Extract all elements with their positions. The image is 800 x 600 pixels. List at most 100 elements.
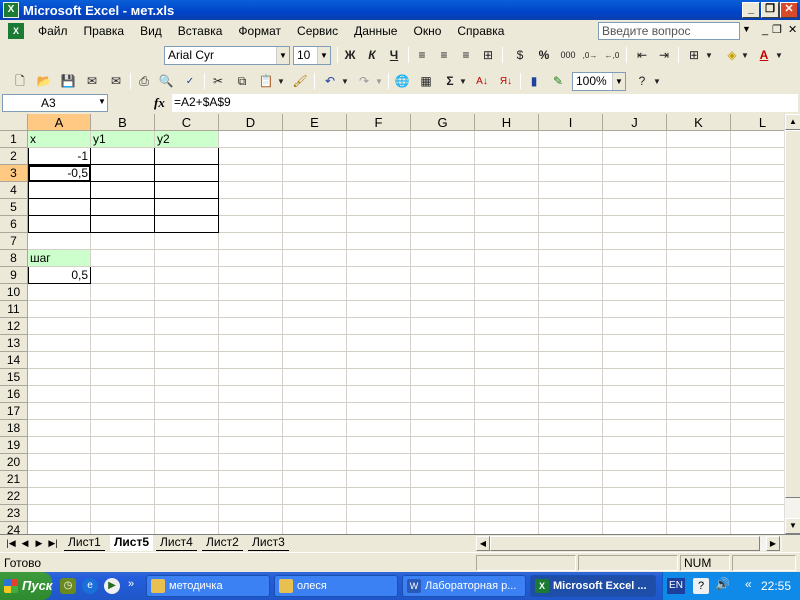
cell-j11[interactable] bbox=[603, 301, 667, 318]
cell-l10[interactable] bbox=[731, 284, 784, 301]
volume-icon[interactable]: 🔊 bbox=[715, 577, 730, 591]
cell-h16[interactable] bbox=[475, 386, 539, 403]
cell-h1[interactable] bbox=[475, 131, 539, 148]
scroll-thumb-horizontal[interactable] bbox=[490, 536, 760, 551]
cell-c22[interactable] bbox=[155, 488, 219, 505]
cell-k9[interactable] bbox=[667, 267, 731, 284]
cell-i8[interactable] bbox=[539, 250, 603, 267]
cell-f21[interactable] bbox=[347, 471, 411, 488]
cell-g22[interactable] bbox=[411, 488, 475, 505]
cell-h15[interactable] bbox=[475, 369, 539, 386]
cell-h22[interactable] bbox=[475, 488, 539, 505]
vertical-scrollbar[interactable]: ▲ ▼ bbox=[784, 114, 800, 534]
cell-d22[interactable] bbox=[219, 488, 283, 505]
cell-g20[interactable] bbox=[411, 454, 475, 471]
row-header-9[interactable]: 9 bbox=[0, 267, 28, 284]
cell-f19[interactable] bbox=[347, 437, 411, 454]
cell-d11[interactable] bbox=[219, 301, 283, 318]
row-header-1[interactable]: 1 bbox=[0, 131, 28, 148]
row-header-3[interactable]: 3 bbox=[0, 165, 28, 182]
email-icon[interactable]: ✉ bbox=[106, 72, 126, 91]
clock[interactable]: 22:55 bbox=[761, 579, 791, 593]
taskbar-item-excel[interactable]: X Microsoft Excel ... bbox=[530, 575, 656, 597]
cell-e16[interactable] bbox=[283, 386, 347, 403]
cell-e22[interactable] bbox=[283, 488, 347, 505]
cell-e3[interactable] bbox=[283, 165, 347, 182]
cell-a3[interactable]: -0,5 bbox=[28, 165, 91, 182]
spelling-icon[interactable]: ✓ bbox=[180, 72, 200, 91]
chevron-down-icon[interactable]: ▼ bbox=[98, 97, 106, 106]
menu-file[interactable]: Файл bbox=[30, 24, 76, 38]
help-tray-icon[interactable]: ? bbox=[693, 578, 709, 594]
column-header-k[interactable]: K bbox=[667, 114, 731, 131]
chevron-down-icon[interactable]: ▼ bbox=[276, 47, 289, 64]
chevron-down-icon[interactable]: ▼ bbox=[652, 72, 662, 91]
cell-l19[interactable] bbox=[731, 437, 784, 454]
cell-c19[interactable] bbox=[155, 437, 219, 454]
cell-a23[interactable] bbox=[28, 505, 91, 522]
cell-a21[interactable] bbox=[28, 471, 91, 488]
cell-l11[interactable] bbox=[731, 301, 784, 318]
cell-l3[interactable] bbox=[731, 165, 784, 182]
cell-g1[interactable] bbox=[411, 131, 475, 148]
cell-g6[interactable] bbox=[411, 216, 475, 233]
cell-g14[interactable] bbox=[411, 352, 475, 369]
cell-j6[interactable] bbox=[603, 216, 667, 233]
font-name-select[interactable]: Arial Cyr ▼ bbox=[164, 46, 290, 65]
cell-h24[interactable] bbox=[475, 522, 539, 534]
cell-c10[interactable] bbox=[155, 284, 219, 301]
internet-explorer-icon[interactable]: e bbox=[82, 578, 98, 594]
minimize-button[interactable]: _ bbox=[742, 2, 760, 18]
row-header-20[interactable]: 20 bbox=[0, 454, 28, 471]
cell-c4[interactable] bbox=[155, 182, 219, 199]
cell-b19[interactable] bbox=[91, 437, 155, 454]
doc-restore-button[interactable]: ❐ bbox=[772, 23, 782, 36]
cell-c6[interactable] bbox=[155, 216, 219, 233]
sheet-tab-5[interactable]: Лист5 bbox=[110, 535, 154, 551]
cell-b22[interactable] bbox=[91, 488, 155, 505]
cell-a1[interactable]: x bbox=[28, 131, 91, 148]
cell-b1[interactable]: y1 bbox=[91, 131, 155, 148]
row-header-23[interactable]: 23 bbox=[0, 505, 28, 522]
cell-l5[interactable] bbox=[731, 199, 784, 216]
cell-l12[interactable] bbox=[731, 318, 784, 335]
cell-d12[interactable] bbox=[219, 318, 283, 335]
column-header-d[interactable]: D bbox=[219, 114, 283, 131]
cell-d2[interactable] bbox=[219, 148, 283, 165]
cell-j10[interactable] bbox=[603, 284, 667, 301]
cell-l2[interactable] bbox=[731, 148, 784, 165]
cell-g16[interactable] bbox=[411, 386, 475, 403]
media-player-icon[interactable]: ▶ bbox=[104, 578, 120, 594]
cell-d16[interactable] bbox=[219, 386, 283, 403]
cell-a9[interactable]: 0,5 bbox=[28, 267, 91, 284]
redo-icon[interactable]: ↷ bbox=[354, 72, 374, 91]
align-left-icon[interactable]: ≡ bbox=[412, 46, 432, 65]
cell-e13[interactable] bbox=[283, 335, 347, 352]
cell-g7[interactable] bbox=[411, 233, 475, 250]
cell-a13[interactable] bbox=[28, 335, 91, 352]
paste-icon[interactable]: 📋 bbox=[256, 72, 276, 91]
language-indicator[interactable]: EN bbox=[667, 578, 685, 594]
chevron-down-icon[interactable]: ▼ bbox=[774, 46, 784, 65]
cell-b13[interactable] bbox=[91, 335, 155, 352]
row-header-10[interactable]: 10 bbox=[0, 284, 28, 301]
quicklaunch-icon[interactable]: ◷ bbox=[60, 578, 76, 594]
cell-d8[interactable] bbox=[219, 250, 283, 267]
formula-input[interactable]: =A2+$A$9 bbox=[172, 94, 798, 112]
cell-b7[interactable] bbox=[91, 233, 155, 250]
cell-f2[interactable] bbox=[347, 148, 411, 165]
cell-e18[interactable] bbox=[283, 420, 347, 437]
cell-g4[interactable] bbox=[411, 182, 475, 199]
merge-center-icon[interactable]: ⊞ bbox=[478, 46, 498, 65]
cell-f16[interactable] bbox=[347, 386, 411, 403]
cell-f6[interactable] bbox=[347, 216, 411, 233]
sheet-tab-3[interactable]: Лист3 bbox=[248, 535, 289, 551]
cell-d13[interactable] bbox=[219, 335, 283, 352]
cell-a17[interactable] bbox=[28, 403, 91, 420]
cell-c13[interactable] bbox=[155, 335, 219, 352]
cell-i2[interactable] bbox=[539, 148, 603, 165]
sort-descending-icon[interactable]: Я↓ bbox=[496, 72, 516, 91]
cell-b15[interactable] bbox=[91, 369, 155, 386]
cell-j21[interactable] bbox=[603, 471, 667, 488]
doc-close-button[interactable]: ✕ bbox=[788, 23, 797, 36]
